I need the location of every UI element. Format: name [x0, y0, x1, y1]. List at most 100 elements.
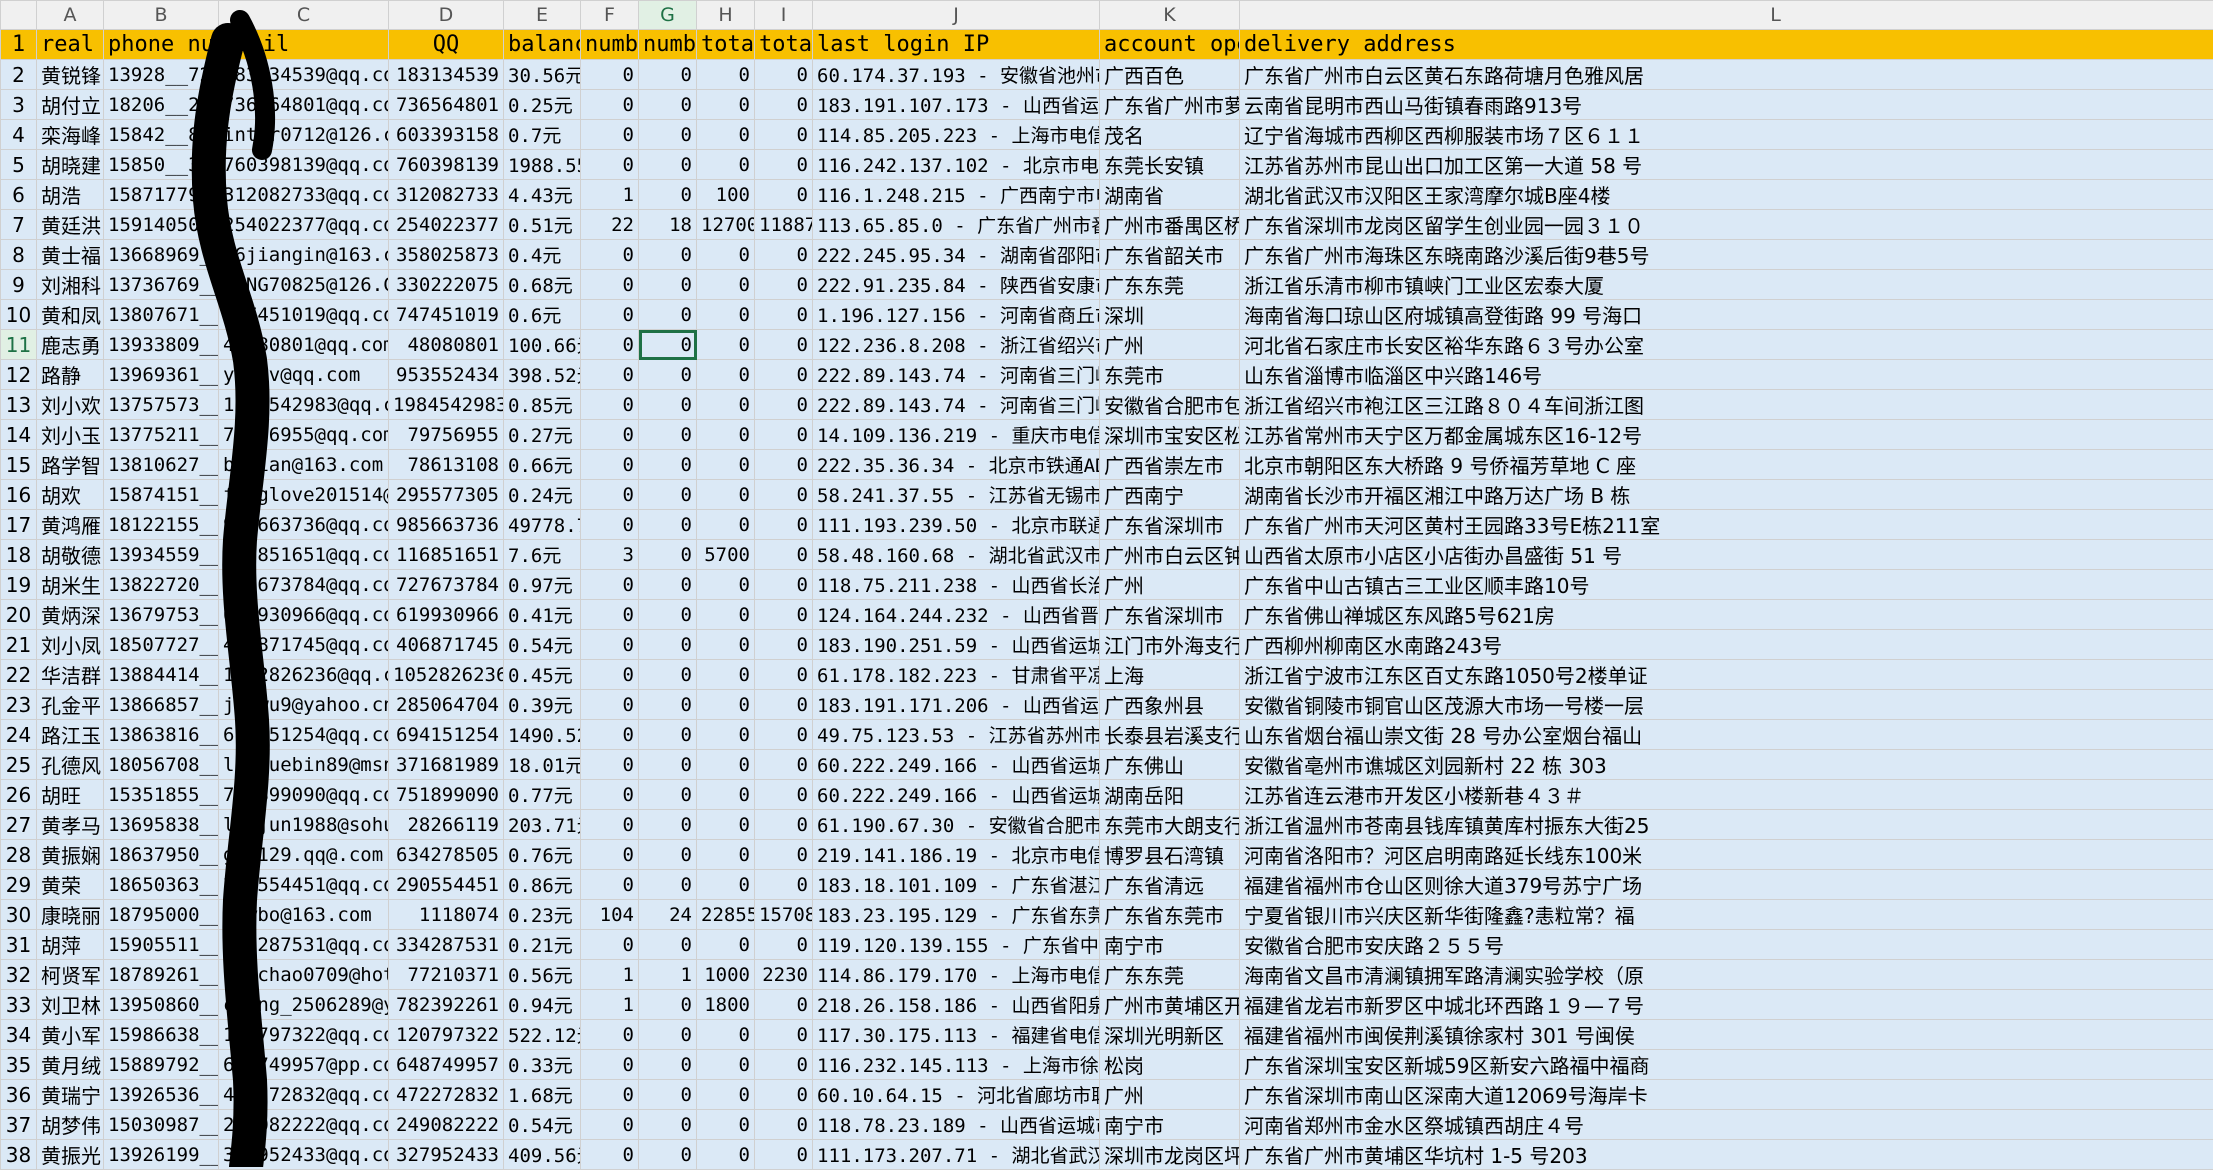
cell-k[interactable]: 广州市番禺区桥南 — [1100, 210, 1240, 240]
cell-j[interactable]: 183.191.107.173 - 山西省运城市联通 — [813, 90, 1100, 120]
cell-i[interactable]: 0 — [755, 720, 813, 750]
cell-k[interactable]: 南宁市 — [1100, 1110, 1240, 1140]
cell-b[interactable]: 13810627__10 — [104, 450, 219, 480]
row-number[interactable]: 12 — [1, 360, 37, 390]
cell-e[interactable]: 0.21元 — [504, 930, 581, 960]
cell-g[interactable]: 0 — [639, 660, 697, 690]
cell-i[interactable]: 0 — [755, 240, 813, 270]
cell-f[interactable]: 0 — [581, 510, 639, 540]
row-number[interactable]: 21 — [1, 630, 37, 660]
cell-e[interactable]: 0.45元 — [504, 660, 581, 690]
cell-d[interactable]: 358025873 — [389, 240, 504, 270]
cell-h[interactable]: 228550 — [697, 900, 755, 930]
row-number[interactable]: 8 — [1, 240, 37, 270]
cell-e[interactable]: 0.54元 — [504, 630, 581, 660]
cell-b[interactable]: 13928__7201 — [104, 60, 219, 90]
cell-d[interactable]: 285064704 — [389, 690, 504, 720]
cell-g[interactable]: 0 — [639, 540, 697, 570]
row-number[interactable]: 29 — [1, 870, 37, 900]
cell-e[interactable]: 0.76元 — [504, 840, 581, 870]
cell-d[interactable]: 619930966 — [389, 600, 504, 630]
cell-i[interactable]: 0 — [755, 330, 813, 360]
cell-k[interactable]: 东莞市 — [1100, 360, 1240, 390]
row-number[interactable]: 1 — [1, 30, 37, 60]
cell-j[interactable]: 116.242.137.102 - 北京市电信通 — [813, 150, 1100, 180]
cell-i[interactable]: 0 — [755, 600, 813, 630]
cell-e[interactable]: 1988.55元 — [504, 150, 581, 180]
cell-k[interactable]: 广东省深圳市 — [1100, 600, 1240, 630]
cell-a[interactable]: 胡米生 — [37, 570, 104, 600]
header-cell-g[interactable]: numbe — [639, 30, 697, 60]
cell-l[interactable]: 河南省洛阳市？河区启明南路延长线东100米 — [1240, 840, 2213, 870]
cell-d[interactable]: 295577305 — [389, 480, 504, 510]
cell-h[interactable]: 0 — [697, 360, 755, 390]
row-number[interactable]: 30 — [1, 900, 37, 930]
cell-b[interactable]: 18056708__87 — [104, 750, 219, 780]
cell-f[interactable]: 0 — [581, 1080, 639, 1110]
cell-a[interactable]: 黄锐锋 — [37, 60, 104, 90]
column-header-d[interactable]: D — [389, 1, 504, 30]
column-header-a[interactable]: A — [37, 1, 104, 30]
cell-l[interactable]: 北京市朝阳区东大桥路 9 号侨福芳草地 C 座 — [1240, 450, 2213, 480]
cell-e[interactable]: 30.56元 — [504, 60, 581, 90]
cell-b[interactable]: 13822720__18 — [104, 570, 219, 600]
column-header-k[interactable]: K — [1100, 1, 1240, 30]
cell-l[interactable]: 江苏省常州市天宁区万都金属城东区16-12号 — [1240, 420, 2213, 450]
header-cell-k[interactable]: account openin — [1100, 30, 1240, 60]
cell-l[interactable]: 广西柳州柳南区水南路243号 — [1240, 630, 2213, 660]
cell-k[interactable]: 长泰县岩溪支行 — [1100, 720, 1240, 750]
cell-b[interactable]: 13969361__18 — [104, 360, 219, 390]
cell-k[interactable]: 广西南宁 — [1100, 480, 1240, 510]
cell-h[interactable]: 0 — [697, 90, 755, 120]
cell-d[interactable]: 327952433 — [389, 1140, 504, 1170]
column-header-j[interactable]: J — [813, 1, 1100, 30]
cell-e[interactable]: 0.51元 — [504, 210, 581, 240]
cell-h[interactable]: 0 — [697, 570, 755, 600]
row-number[interactable]: 25 — [1, 750, 37, 780]
cell-e[interactable]: 0.94元 — [504, 990, 581, 1020]
cell-h[interactable]: 0 — [697, 450, 755, 480]
cell-b[interactable]: 13866857__57 — [104, 690, 219, 720]
cell-k[interactable]: 广州 — [1100, 330, 1240, 360]
cell-d[interactable]: 1052826236 — [389, 660, 504, 690]
row-number[interactable]: 36 — [1, 1080, 37, 1110]
cell-j[interactable]: 14.109.136.219 - 重庆市电信 — [813, 420, 1100, 450]
cell-i[interactable]: 0 — [755, 420, 813, 450]
cell-l[interactable]: 湖南省长沙市开福区湘江中路万达广场 B 栋 — [1240, 480, 2213, 510]
cell-b[interactable]: 13775211__17 — [104, 420, 219, 450]
cell-c[interactable]: 727673784@qq.com — [219, 570, 389, 600]
cell-g[interactable]: 0 — [639, 1110, 697, 1140]
cell-j[interactable]: 222.89.143.74 - 河南省三门峡市电信 — [813, 360, 1100, 390]
cell-d[interactable]: 254022377 — [389, 210, 504, 240]
cell-d[interactable]: 1984542983 — [389, 390, 504, 420]
cell-h[interactable]: 0 — [697, 270, 755, 300]
cell-b[interactable]: 15871779__53 — [104, 180, 219, 210]
cell-j[interactable]: 116.1.248.215 - 广西南宁市电信 — [813, 180, 1100, 210]
cell-j[interactable]: 113.65.85.0 - 广东省广州市番禺区电 — [813, 210, 1100, 240]
cell-g[interactable]: 0 — [639, 240, 697, 270]
cell-h[interactable]: 0 — [697, 1110, 755, 1140]
cell-k[interactable]: 广东佛山 — [1100, 750, 1240, 780]
cell-i[interactable]: 0 — [755, 150, 813, 180]
cell-j[interactable]: 61.190.67.30 - 安徽省合肥市绿阴网 — [813, 810, 1100, 840]
cell-e[interactable]: 0.97元 — [504, 570, 581, 600]
header-cell-c[interactable]: email — [219, 30, 389, 60]
cell-f[interactable]: 0 — [581, 930, 639, 960]
cell-i[interactable]: 0 — [755, 990, 813, 1020]
cell-h[interactable]: 0 — [697, 660, 755, 690]
cell-j[interactable]: 119.120.139.155 - 广东省中山市电信 — [813, 930, 1100, 960]
cell-e[interactable]: 409.56元 — [504, 1140, 581, 1170]
row-number[interactable]: 14 — [1, 420, 37, 450]
row-number[interactable]: 37 — [1, 1110, 37, 1140]
cell-d[interactable]: 48080801 — [389, 330, 504, 360]
cell-b[interactable]: 15986638__29 — [104, 1020, 219, 1050]
row-number[interactable]: 16 — [1, 480, 37, 510]
cell-l[interactable]: 浙江省乐清市柳市镇峡门工业区宏泰大厦 — [1240, 270, 2213, 300]
cell-k[interactable]: 江门市外海支行 — [1100, 630, 1240, 660]
cell-i[interactable]: 0 — [755, 360, 813, 390]
row-number[interactable]: 4 — [1, 120, 37, 150]
cell-h[interactable]: 0 — [697, 1140, 755, 1170]
cell-i[interactable]: 0 — [755, 120, 813, 150]
cell-l[interactable]: 广东省广州市天河区黄村王园路33号E栋211室 — [1240, 510, 2213, 540]
cell-i[interactable]: 0 — [755, 480, 813, 510]
